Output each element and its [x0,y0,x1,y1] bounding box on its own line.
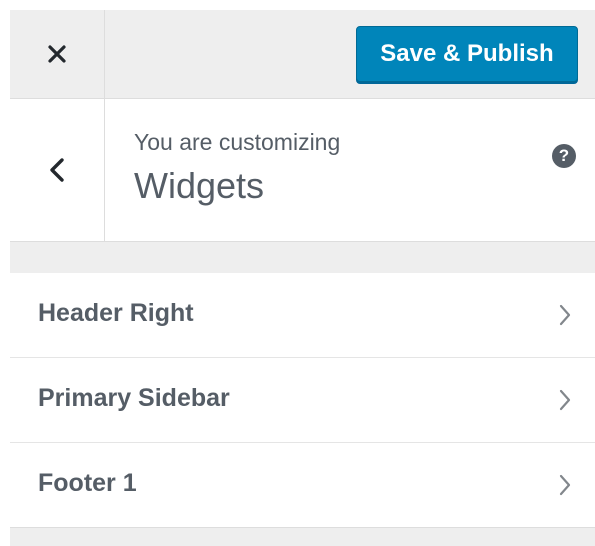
panel-title: Widgets [134,165,265,206]
chevron-left-icon [50,158,64,182]
close-button[interactable] [10,10,105,98]
section-footer-1[interactable]: Footer 1 [10,443,595,528]
panel-info-header: You are customizing Widgets ? [10,99,595,242]
save-publish-button[interactable]: Save & Publish [356,26,578,82]
back-button[interactable] [10,99,105,241]
section-label: Primary Sidebar [38,384,230,412]
widget-area-list: Header Right Primary Sidebar Footer 1 [10,273,595,528]
help-symbol: ? [558,146,570,165]
chevron-right-icon [559,389,571,411]
close-icon [48,45,66,63]
customizing-label: You are customizing [134,129,341,155]
customizer-header: Save & Publish [10,10,595,99]
chevron-right-icon [559,304,571,326]
section-label: Footer 1 [38,469,137,497]
customizer-panel: Save & Publish You are customizing Widge… [10,10,595,546]
section-primary-sidebar[interactable]: Primary Sidebar [10,358,595,443]
chevron-right-icon [559,474,571,496]
section-header-right[interactable]: Header Right [10,273,595,358]
help-icon[interactable]: ? [552,144,576,168]
section-label: Header Right [38,299,194,327]
